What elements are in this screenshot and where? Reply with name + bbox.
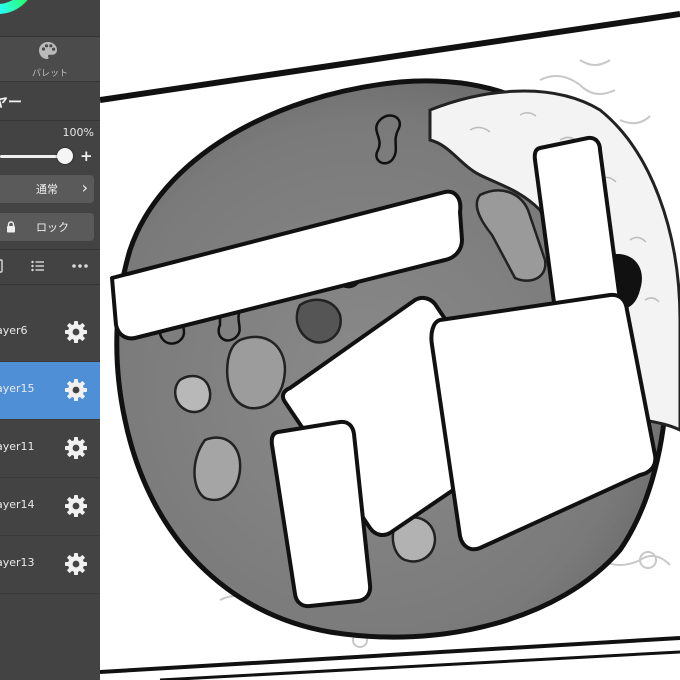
opacity-slider-thumb[interactable] xyxy=(57,148,73,164)
gear-icon[interactable] xyxy=(64,378,88,402)
blend-mode-button[interactable]: 通常 › xyxy=(0,175,94,203)
more-icon[interactable] xyxy=(71,258,89,274)
panel-title: ヤー xyxy=(0,95,22,111)
gear-icon[interactable] xyxy=(64,552,88,576)
blend-mode-label: 通常 xyxy=(36,183,58,196)
layer-row[interactable]: ayer13 xyxy=(0,536,100,594)
layer-toolbar xyxy=(0,250,100,284)
gear-icon[interactable] xyxy=(64,436,88,460)
lock-icon xyxy=(7,221,15,233)
opacity-slider[interactable] xyxy=(0,148,74,164)
layer-name: ayer6 xyxy=(0,324,28,337)
layer-row[interactable]: ayer14 xyxy=(0,478,100,536)
layer-list: ayer6 ayer15 ayer11 ayer14 ayer13 xyxy=(0,304,100,594)
layer-name: ayer15 xyxy=(0,382,35,395)
drawing-canvas[interactable] xyxy=(100,0,680,680)
layer-name: ayer11 xyxy=(0,440,35,453)
layer-add-icon[interactable] xyxy=(0,258,6,274)
palette-tab-label: パレット xyxy=(31,69,68,79)
canvas-artwork xyxy=(100,11,680,680)
list-icon[interactable] xyxy=(31,258,45,274)
opacity-increase-button[interactable]: + xyxy=(80,148,93,164)
layer-row[interactable]: ayer6 xyxy=(0,304,100,362)
layer-sidebar: パレット ヤー 100% + 通常 › ロック yer6 yer15 yer11… xyxy=(0,0,100,680)
palette-icon xyxy=(39,42,57,59)
layer-row[interactable]: ayer15 xyxy=(0,362,100,420)
palette-tab[interactable]: パレット xyxy=(0,36,100,82)
divider xyxy=(0,284,100,285)
layer-name: ayer14 xyxy=(0,498,35,511)
divider xyxy=(0,120,100,121)
opacity-value: 100% xyxy=(62,126,94,139)
chevron-right-icon: › xyxy=(81,178,88,197)
gear-icon[interactable] xyxy=(64,320,88,344)
gear-icon[interactable] xyxy=(64,494,88,518)
lock-label: ロック xyxy=(36,221,69,234)
layer-row[interactable]: ayer11 xyxy=(0,420,100,478)
lock-button[interactable]: ロック xyxy=(0,213,94,241)
layer-name: ayer13 xyxy=(0,556,35,569)
color-wheel[interactable] xyxy=(0,0,36,14)
